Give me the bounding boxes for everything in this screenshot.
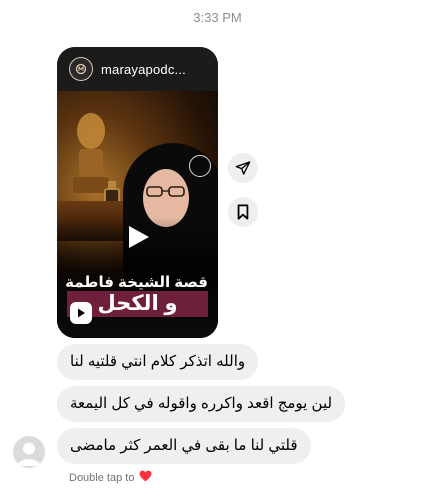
podcast-logo-icon [189,155,211,177]
send-icon [235,161,251,175]
share-reel-button[interactable] [228,153,258,183]
message-bubble[interactable]: قلتي لنا ما بقى في العمر كثر مامضى [57,428,311,464]
default-avatar-icon [17,442,41,466]
play-icon[interactable] [125,224,151,250]
reel-header[interactable]: marayapodc... [57,47,218,91]
message-timestamp: 3:33 PM [193,10,242,25]
reel-username[interactable]: marayapodc... [101,62,186,77]
heart-icon [139,470,152,485]
double-tap-hint: Double tap to [69,470,152,485]
message-bubble[interactable]: والله اتذكر كلام انتي قلتيه لنا [57,344,259,380]
save-reel-button[interactable] [228,197,258,227]
sender-avatar[interactable] [13,436,45,468]
bookmark-icon [237,204,249,220]
double-tap-hint-text: Double tap to [69,471,135,484]
reel-account-avatar[interactable] [69,57,93,81]
message-bubble[interactable]: لين يومج اقعد واكرره واقوله في كل اليمعة [57,386,346,422]
reels-icon [70,302,92,324]
reel-title-line1: قصة الشيخة فاطمة [65,274,208,291]
shared-reel-card[interactable]: marayapodc... قصة الشيخة فاطمة و الكحل [57,47,218,338]
